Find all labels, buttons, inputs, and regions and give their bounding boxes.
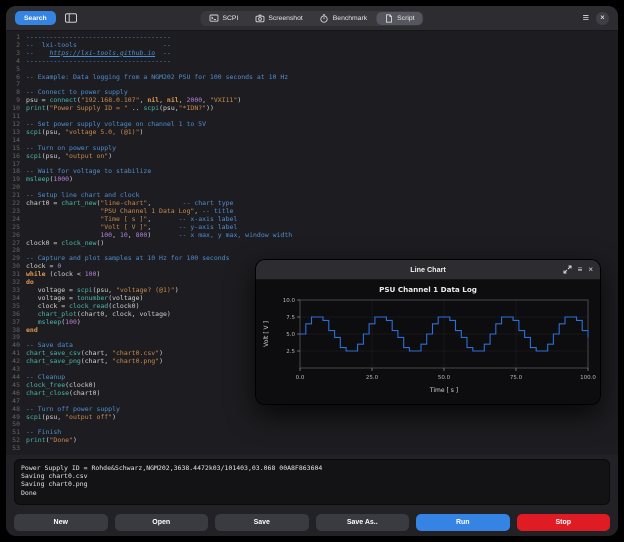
chart-window-controls: ≡ ×: [563, 265, 600, 274]
code-line: 18-- Wait for voltage to stabilize: [6, 168, 618, 176]
y-tick-label: 7.5: [286, 315, 295, 321]
code-text: print("Done"): [26, 437, 77, 445]
chart-window-title: Line Chart: [256, 265, 600, 274]
code-text: -- Example: Data logging from a NGM202 P…: [26, 74, 288, 82]
x-tick-label: 25.0: [366, 375, 379, 381]
chart-canvas: PSU Channel 1 Data Log 2.55.07.510.00.02…: [256, 280, 600, 404]
code-text: scpi(psu, "voltage 5.0, (@1)"): [26, 129, 143, 137]
stop-button[interactable]: Stop: [517, 514, 611, 531]
x-tick-label: 100.0: [580, 375, 596, 381]
code-text: print("Power Supply ID = " .. scpi(psu,"…: [26, 105, 214, 113]
camera-icon: [255, 14, 264, 23]
code-line: 16scpi(psu, "output on"): [6, 153, 618, 161]
code-text: -------------------------------------: [26, 58, 171, 66]
code-line: 10print("Power Supply ID = " .. scpi(psu…: [6, 105, 618, 113]
console-line: Power Supply ID = Rohde&Schwarz,NGM202,3…: [21, 464, 603, 472]
code-text: scpi(psu, "output off"): [26, 414, 116, 422]
code-line: 52print("Done"): [6, 437, 618, 445]
code-line: 49scpi(psu, "output off"): [6, 414, 618, 422]
code-text: end: [26, 327, 38, 335]
code-line: 27clock0 = clock_new(): [6, 240, 618, 248]
console-line: Saving chart0.png: [21, 480, 603, 488]
code-line: 19msleep(1000): [6, 176, 618, 184]
headerbar: Search SCPI Screenshot Benchmark: [6, 6, 618, 31]
chart-title: PSU Channel 1 Data Log: [256, 280, 600, 294]
script-icon: [384, 14, 393, 23]
code-text: chart_close(chart0): [26, 390, 100, 398]
code-text: chart_save_png(chart, "chart0.png"): [26, 358, 163, 366]
run-button[interactable]: Run: [416, 514, 510, 531]
search-button[interactable]: Search: [15, 11, 56, 25]
stopwatch-icon: [320, 14, 329, 23]
panel-toggle-icon: [65, 13, 77, 23]
tab-benchmark[interactable]: Benchmark: [312, 12, 375, 25]
line-chart-window: Line Chart ≡ × PSU Channel 1 Data Log 2.…: [256, 260, 600, 404]
tab-label: Benchmark: [333, 15, 367, 22]
y-tick-label: 5.0: [286, 332, 295, 338]
console-line: Done: [21, 489, 603, 497]
tab-bar: SCPI Screenshot Benchmark Script: [200, 11, 423, 26]
output-console: Power Supply ID = Rohde&Schwarz,NGM202,3…: [14, 459, 610, 505]
footer-toolbar: New Open Save Save As.. Run Stop: [6, 508, 618, 536]
save-button[interactable]: Save: [215, 514, 309, 531]
y-tick-label: 10.0: [283, 298, 296, 304]
window-close-button[interactable]: ×: [596, 12, 609, 25]
new-button[interactable]: New: [14, 514, 108, 531]
y-axis-label: Volt [ V ]: [263, 321, 270, 347]
terminal-icon: [209, 14, 218, 23]
code-line: 4-------------------------------------: [6, 58, 618, 66]
x-axis-label: Time [ s ]: [429, 387, 458, 394]
tab-label: Script: [397, 15, 414, 22]
save-as-button[interactable]: Save As..: [316, 514, 410, 531]
tab-label: Screenshot: [268, 15, 302, 22]
console-line: Saving chart0.csv: [21, 472, 603, 480]
code-line: 6-- Example: Data logging from a NGM202 …: [6, 74, 618, 82]
app-menu-button[interactable]: ≡: [583, 13, 589, 24]
chart-menu-button[interactable]: ≡: [578, 266, 583, 274]
x-tick-label: 50.0: [438, 375, 451, 381]
tab-screenshot[interactable]: Screenshot: [247, 12, 310, 25]
line-number: 53: [6, 445, 26, 453]
x-tick-label: 0.0: [296, 375, 305, 381]
code-text: msleep(1000): [26, 176, 73, 184]
tab-scpi[interactable]: SCPI: [201, 12, 246, 25]
code-line: 53: [6, 445, 618, 453]
detach-button[interactable]: [563, 265, 572, 274]
x-tick-label: 75.0: [510, 375, 523, 381]
code-text: scpi(psu, "output on"): [26, 153, 112, 161]
header-right-controls: ≡ ×: [583, 12, 609, 25]
open-button[interactable]: Open: [115, 514, 209, 531]
chart-window-titlebar[interactable]: Line Chart ≡ ×: [256, 260, 600, 280]
code-line: 13scpi(psu, "voltage 5.0, (@1)"): [6, 129, 618, 137]
code-line: 50: [6, 421, 618, 429]
expand-icon: [563, 265, 572, 274]
tab-label: SCPI: [222, 15, 238, 22]
panel-toggle-button[interactable]: [63, 11, 79, 25]
code-line: 51-- Finish: [6, 429, 618, 437]
tab-script[interactable]: Script: [376, 12, 422, 25]
chart-plot-svg: 2.5 5.0 7.5 10.0 0.0 25.0 50.0 75.0 100.0 Time [ …: [256, 296, 600, 404]
chart-plot-area: 2.5 5.0 7.5 10.0 0.0 25.0 50.0 75.0 100.0 Time [ …: [256, 296, 600, 404]
y-tick-label: 2.5: [286, 349, 295, 355]
chart-close-button[interactable]: ×: [588, 266, 593, 274]
screen: Search SCPI Screenshot Benchmark: [0, 0, 624, 542]
code-text: clock0 = clock_new(): [26, 240, 104, 248]
code-text: while (clock < 100): [26, 271, 100, 279]
